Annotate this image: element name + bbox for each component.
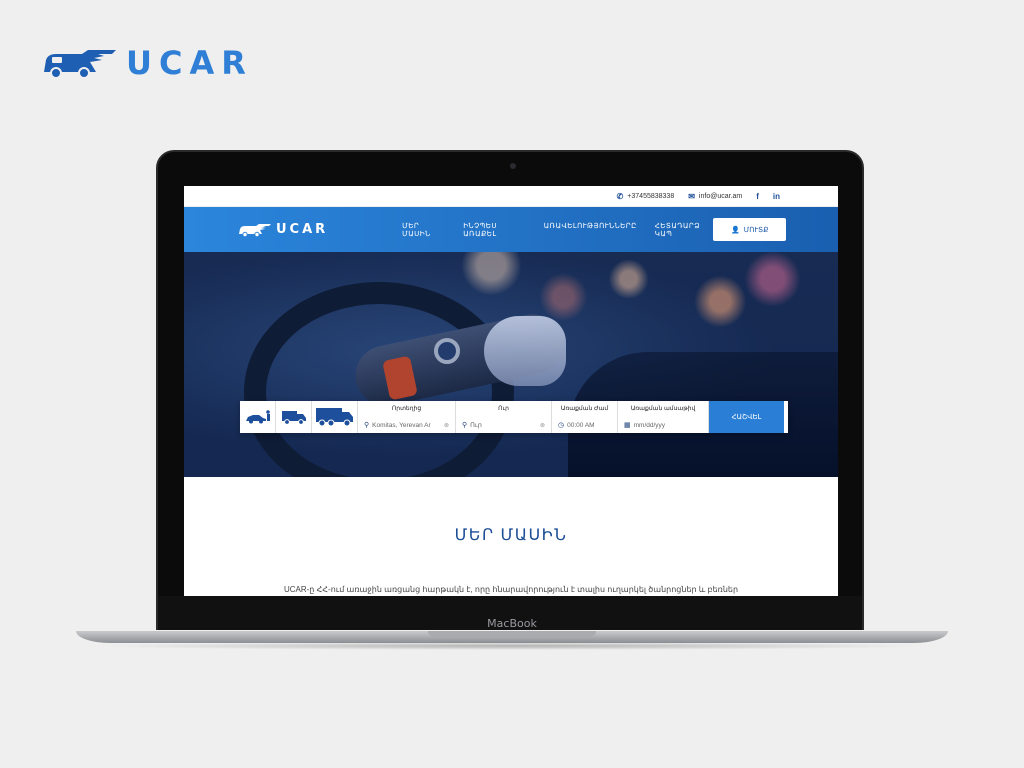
vehicle-option-truck[interactable] <box>312 401 358 433</box>
contact-bar: ✆ +37455838338 ✉ info@ucar.am f in <box>184 186 838 207</box>
van-logo-icon <box>44 50 116 79</box>
map-pin-icon: ⚲ <box>364 422 370 429</box>
date-input[interactable]: mm/dd/yyy <box>634 422 665 429</box>
vehicle-option-car[interactable] <box>240 401 276 433</box>
from-label: Որտեղից <box>391 406 422 412</box>
van-icon <box>281 411 306 425</box>
nav-link-advantages[interactable]: ԱՌԱՎԵԼՈՒԹՅՈՒՆՆԵՐԸ <box>544 222 637 238</box>
phone-icon: ✆ <box>616 191 624 201</box>
login-button[interactable]: 👤 ՄՈՒՏՔ <box>713 218 786 241</box>
laptop-shadow <box>90 642 934 650</box>
phone-number: +37455838338 <box>627 192 675 200</box>
to-field[interactable]: Ուր ⚲ Ուր ⊗ <box>456 401 552 433</box>
camera-icon <box>510 163 516 169</box>
facebook-link[interactable]: f <box>756 192 759 201</box>
brand-wordmark: UCAR <box>126 44 253 82</box>
clear-icon[interactable]: ⊗ <box>540 422 545 429</box>
car-courier-icon <box>245 410 270 424</box>
van-logo-icon <box>239 223 271 237</box>
nav-wordmark: UCAR <box>276 222 329 237</box>
map-pin-icon: ⚲ <box>462 422 468 429</box>
device-label: MacBook <box>487 617 537 630</box>
time-label: Առաքման Ժամ <box>560 406 609 412</box>
from-field[interactable]: Որտեղից ⚲ Komitas, Yerevan Ar ⊗ <box>358 401 456 433</box>
to-label: Ուր <box>498 406 509 412</box>
calendar-icon: ▦ <box>624 422 631 429</box>
nav-links: ՄԵՐ ՄԱՍԻՆ ԻՆՉՊԵՍ ԱՌԱՔԵԼ ԱՌԱՎԵԼՈՒԹՅՈՒՆՆԵՐ… <box>402 222 713 238</box>
wristwatch-image <box>434 338 460 364</box>
to-input[interactable]: Ուր <box>470 421 482 429</box>
main-navbar: UCAR ՄԵՐ ՄԱՍԻՆ ԻՆՉՊԵՍ ԱՌԱՔԵԼ ԱՌԱՎԵԼՈՒԹՅՈ… <box>184 207 838 252</box>
vehicle-option-van[interactable] <box>276 401 312 433</box>
date-label: Առաքման ամսաթիվ <box>630 406 696 412</box>
clear-icon[interactable]: ⊗ <box>444 422 449 429</box>
brand-logo: UCAR <box>42 44 253 82</box>
nav-link-how-to-ship[interactable]: ԻՆՉՊԵՍ ԱՌԱՔԵԼ <box>463 222 526 238</box>
about-title: ՄԵՐ ՄԱՍԻՆ <box>454 527 568 544</box>
nav-link-contact[interactable]: ՀԵՏԱԴԱՐՁ ԿԱՊ <box>655 222 714 238</box>
phone-contact[interactable]: ✆ +37455838338 <box>617 192 675 201</box>
calculate-button[interactable]: ՀԱՇՎԵԼ <box>709 401 784 433</box>
mail-icon: ✉ <box>688 191 695 201</box>
driver-hand-image <box>484 316 566 386</box>
nav-logo[interactable]: UCAR <box>238 222 328 237</box>
linkedin-icon: in <box>772 191 780 201</box>
about-text: UCAR-ը ՀՀ-ում առաջին առցանց հարթակն է, ո… <box>283 585 739 594</box>
email-contact[interactable]: ✉ info@ucar.am <box>688 192 742 201</box>
hero-banner: Որտեղից ⚲ Komitas, Yerevan Ar ⊗ Ուր ⚲ Ու… <box>184 252 838 477</box>
nav-link-about[interactable]: ՄԵՐ ՄԱՍԻՆ <box>402 222 445 238</box>
login-label: ՄՈՒՏՔ <box>743 226 769 234</box>
clock-icon: ◷ <box>558 422 565 429</box>
truck-icon <box>315 408 353 427</box>
delivery-search-form: Որտեղից ⚲ Komitas, Yerevan Ar ⊗ Ուր ⚲ Ու… <box>240 401 788 433</box>
user-icon: 👤 <box>731 226 740 234</box>
email-address: info@ucar.am <box>698 192 743 200</box>
from-input[interactable]: Komitas, Yerevan Ar <box>372 422 431 429</box>
website-screen: ✆ +37455838338 ✉ info@ucar.am f in UCAR … <box>184 186 838 596</box>
time-field[interactable]: Առաքման Ժամ ◷ 00:00 AM <box>552 401 618 433</box>
time-input[interactable]: 00:00 AM <box>567 422 594 429</box>
date-field[interactable]: Առաքման ամսաթիվ ▦ mm/dd/yyy <box>618 401 709 433</box>
linkedin-link[interactable]: in <box>773 192 780 201</box>
laptop-notch <box>428 631 596 637</box>
facebook-icon: f <box>756 191 759 201</box>
